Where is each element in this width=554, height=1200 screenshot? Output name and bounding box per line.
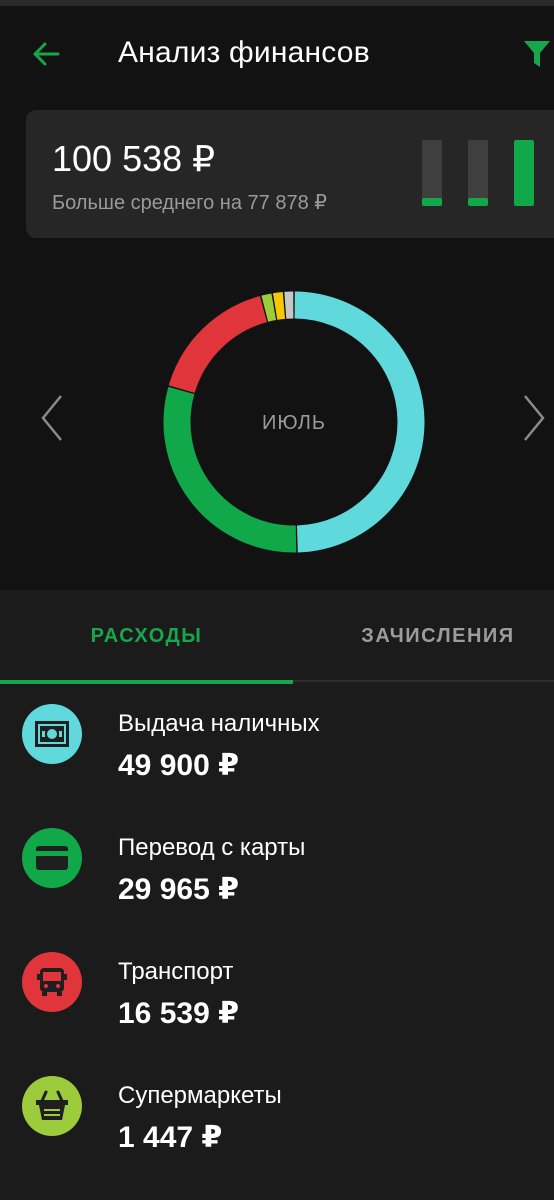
card-icon (22, 828, 82, 888)
summary-card[interactable]: 100 538 ₽ Больше среднего на 77 878 ₽ (26, 110, 554, 238)
donut-segment-5 (272, 291, 286, 320)
category-amount: 49 900 ₽ (118, 749, 239, 782)
tab-income-label: ЗАЧИСЛЕНИЯ (361, 624, 515, 647)
total-amount: 100 538 ₽ (52, 138, 216, 179)
basket-icon (22, 1076, 82, 1136)
month-bar-fill (514, 140, 534, 206)
category-name: Транспорт (118, 958, 234, 985)
donut-section: ИЮЛЬ (0, 276, 554, 566)
bus-icon (22, 952, 82, 1012)
tab-active-indicator (0, 680, 293, 684)
category-item-transport[interactable]: Транспорт 16 539 ₽ (0, 938, 554, 1048)
top-panel: Анализ финансов 100 538 ₽ Больше среднег… (0, 0, 554, 590)
chevron-right-icon (524, 395, 545, 441)
month-bar-2 (468, 140, 488, 206)
month-label: ИЮЛЬ (262, 412, 326, 434)
tabs-bar: РАСХОДЫ ЗАЧИСЛЕНИЯ (0, 590, 554, 684)
month-bar-fill (468, 198, 488, 206)
filter-icon (524, 41, 550, 67)
page-title: Анализ финансов (118, 36, 370, 69)
donut-segment-3 (168, 296, 268, 394)
category-amount: 1 447 ₽ (118, 1121, 223, 1154)
category-amount: 29 965 ₽ (118, 873, 239, 906)
month-bar-3 (514, 140, 534, 206)
category-item-cash[interactable]: Выдача наличных 49 900 ₽ (0, 690, 554, 800)
month-bar-1 (422, 140, 442, 206)
donut-segment-4 (261, 293, 277, 322)
cash-icon (22, 704, 82, 764)
category-amount: 16 539 ₽ (118, 997, 239, 1030)
next-month-button[interactable] (514, 388, 554, 448)
category-item-supermarkets[interactable]: Супермаркеты 1 447 ₽ (0, 1062, 554, 1172)
tab-expenses[interactable]: РАСХОДЫ (0, 590, 293, 684)
tab-expenses-label: РАСХОДЫ (90, 624, 203, 647)
compare-text: Больше среднего на 77 878 ₽ (52, 192, 327, 214)
category-name: Выдача наличных (118, 710, 320, 737)
filter-button[interactable] (520, 32, 554, 76)
app-header: Анализ финансов (0, 22, 554, 84)
month-bars (422, 140, 542, 206)
category-item-card-transfer[interactable]: Перевод с карты 29 965 ₽ (0, 814, 554, 924)
chevron-left-icon (41, 395, 62, 441)
category-name: Перевод с карты (118, 834, 306, 861)
back-arrow-icon (33, 42, 60, 66)
status-bar (0, 0, 554, 6)
category-name: Супермаркеты (118, 1082, 282, 1109)
back-button[interactable] (24, 32, 68, 76)
prev-month-button[interactable] (32, 388, 72, 448)
month-bar-fill (422, 198, 442, 206)
tab-income[interactable]: ЗАЧИСЛЕНИЯ (293, 590, 554, 682)
